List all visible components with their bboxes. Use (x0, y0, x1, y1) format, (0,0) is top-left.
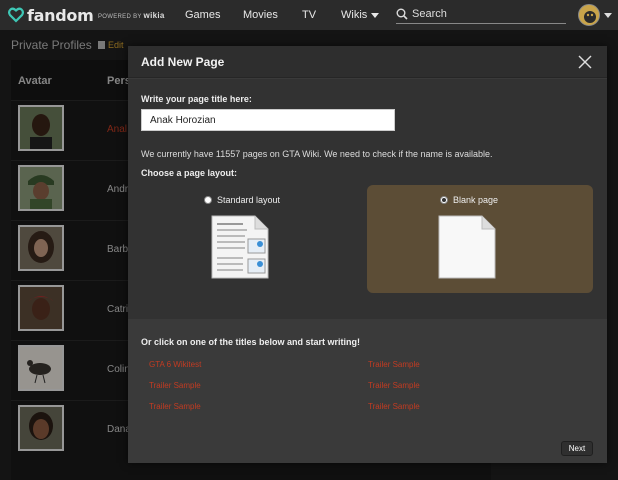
avatar-image (579, 5, 599, 25)
search-icon (396, 8, 408, 20)
nav-movies[interactable]: Movies (243, 9, 278, 21)
dialog-body: Write your page title here: We currently… (128, 79, 607, 319)
fandom-heart-icon (8, 7, 24, 23)
nav-wikis[interactable]: Wikis (341, 9, 380, 21)
search-input[interactable]: Search (396, 5, 566, 24)
add-new-page-dialog: Add New Page Write your page title here:… (128, 46, 607, 463)
dialog-header: Add New Page (128, 46, 607, 78)
logo-text: fandom (27, 5, 94, 25)
suggested-title-link[interactable]: Trailer Sample (368, 360, 420, 369)
page-title-input[interactable] (141, 109, 395, 131)
availability-text: We currently have 11557 pages on GTA Wik… (141, 149, 493, 159)
fandom-logo[interactable]: fandom (8, 6, 94, 25)
suggestions-label: Or click on one of the titles below and … (141, 337, 361, 347)
suggested-title-link[interactable]: Trailer Sample (149, 381, 201, 390)
top-navigation: fandom POWERED BY wikia Games Movies TV … (0, 0, 618, 30)
standard-layout-label: Standard layout (217, 195, 281, 205)
suggestions-section: Or click on one of the titles below and … (128, 319, 607, 431)
next-button[interactable]: Next (561, 441, 593, 456)
nav-games[interactable]: Games (185, 9, 220, 21)
user-menu-chevron-icon[interactable] (604, 13, 612, 18)
suggested-title-link[interactable]: Trailer Sample (368, 402, 420, 411)
blank-page-label: Blank page (453, 195, 499, 205)
powered-brand: wikia (143, 10, 165, 20)
blank-page-option[interactable]: Blank page (367, 185, 593, 293)
suggested-title-link[interactable]: Trailer Sample (368, 381, 420, 390)
chevron-down-icon (371, 12, 380, 18)
standard-layout-radio[interactable] (204, 196, 212, 204)
close-icon[interactable] (578, 55, 592, 69)
search-placeholder: Search (412, 8, 447, 20)
layout-label: Choose a page layout: (141, 168, 238, 178)
standard-layout-option[interactable]: Standard layout (141, 185, 367, 293)
blank-page-radio[interactable] (440, 196, 448, 204)
standard-layout-preview-icon (211, 215, 269, 279)
user-avatar[interactable] (578, 4, 600, 26)
suggested-title-link[interactable]: GTA 6 Wikitest (149, 360, 201, 369)
powered-by-wikia: POWERED BY wikia (98, 11, 165, 20)
page-title-label: Write your page title here: (141, 94, 252, 104)
dialog-footer: Next (128, 431, 607, 463)
powered-by-text: POWERED BY (98, 13, 142, 20)
suggested-title-link[interactable]: Trailer Sample (149, 402, 201, 411)
dialog-title: Add New Page (141, 55, 225, 69)
nav-tv[interactable]: TV (302, 9, 316, 21)
nav-wikis-label: Wikis (341, 9, 368, 21)
blank-page-preview-icon (438, 215, 496, 279)
